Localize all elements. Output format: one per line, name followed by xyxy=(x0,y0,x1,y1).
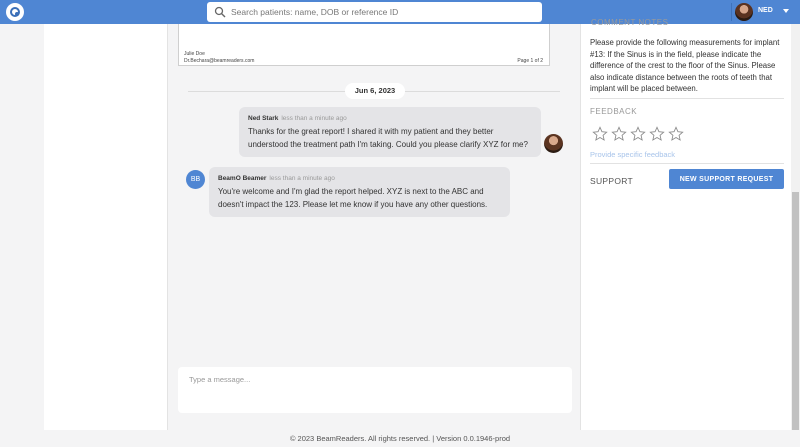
message-text: You're welcome and I'm glad the report h… xyxy=(218,187,488,209)
report-email: Dr.Bechara@beamreaders.com xyxy=(184,58,255,64)
top-bar: NED xyxy=(0,0,800,24)
divider xyxy=(590,98,784,99)
sender-avatar-initials: BB xyxy=(186,170,205,189)
message-meta: Ned Stark less than a minute ago xyxy=(248,115,347,122)
star-icon[interactable] xyxy=(668,126,684,142)
date-divider: Jun 6, 2023 xyxy=(345,83,405,99)
left-margin xyxy=(0,24,44,430)
report-page-preview[interactable]: Julie Doe Dr.Bechara@beamreaders.com Pag… xyxy=(178,24,550,66)
star-icon[interactable] xyxy=(630,126,646,142)
user-name: NED xyxy=(758,7,773,14)
search-input[interactable] xyxy=(231,2,536,22)
feedback-title: FEEDBACK xyxy=(590,107,638,116)
scrollbar-thumb[interactable] xyxy=(792,192,799,430)
message-author: BeamO Beamer xyxy=(218,175,267,182)
message-meta: BeamO Beamer less than a minute ago xyxy=(218,175,335,182)
sidebar xyxy=(44,24,168,430)
message-composer[interactable] xyxy=(178,367,572,413)
message-time: less than a minute ago xyxy=(281,115,347,122)
user-separator xyxy=(731,3,732,21)
provide-feedback-link[interactable]: Provide specific feedback xyxy=(590,150,675,159)
report-page-number: Page 1 of 2 xyxy=(517,58,543,64)
star-icon[interactable] xyxy=(611,126,627,142)
user-menu[interactable]: NED xyxy=(731,0,800,24)
message-time: less than a minute ago xyxy=(269,175,335,182)
comment-notes-text: Please provide the following measurement… xyxy=(590,38,780,93)
support-title: SUPPORT xyxy=(590,176,634,186)
search-icon xyxy=(214,6,226,18)
divider xyxy=(590,163,784,164)
logo-dot xyxy=(15,12,19,16)
message-text: Thanks for the great report! I shared it… xyxy=(248,127,528,149)
app-logo[interactable] xyxy=(6,3,24,21)
message-bubble: Ned Stark less than a minute ago Thanks f… xyxy=(239,107,541,157)
star-icon[interactable] xyxy=(592,126,608,142)
message-input[interactable] xyxy=(189,372,559,386)
star-icon[interactable] xyxy=(649,126,665,142)
report-patient-name: Julie Doe xyxy=(184,51,205,57)
comment-notes-title: COMMENT NOTES xyxy=(591,18,669,27)
logo-ring xyxy=(10,7,20,17)
star-rating[interactable] xyxy=(592,126,684,142)
message-author: Ned Stark xyxy=(248,115,279,122)
search-box[interactable] xyxy=(207,2,542,22)
new-support-request-button[interactable]: NEW SUPPORT REQUEST xyxy=(669,169,784,189)
caret-down-icon[interactable] xyxy=(783,9,789,13)
sender-avatar xyxy=(544,134,563,153)
scrollbar[interactable] xyxy=(791,24,800,430)
footer: © 2023 BeamReaders. All rights reserved.… xyxy=(289,434,511,443)
message-bubble: BeamO Beamer less than a minute ago You'r… xyxy=(209,167,510,217)
user-avatar[interactable] xyxy=(735,3,753,21)
